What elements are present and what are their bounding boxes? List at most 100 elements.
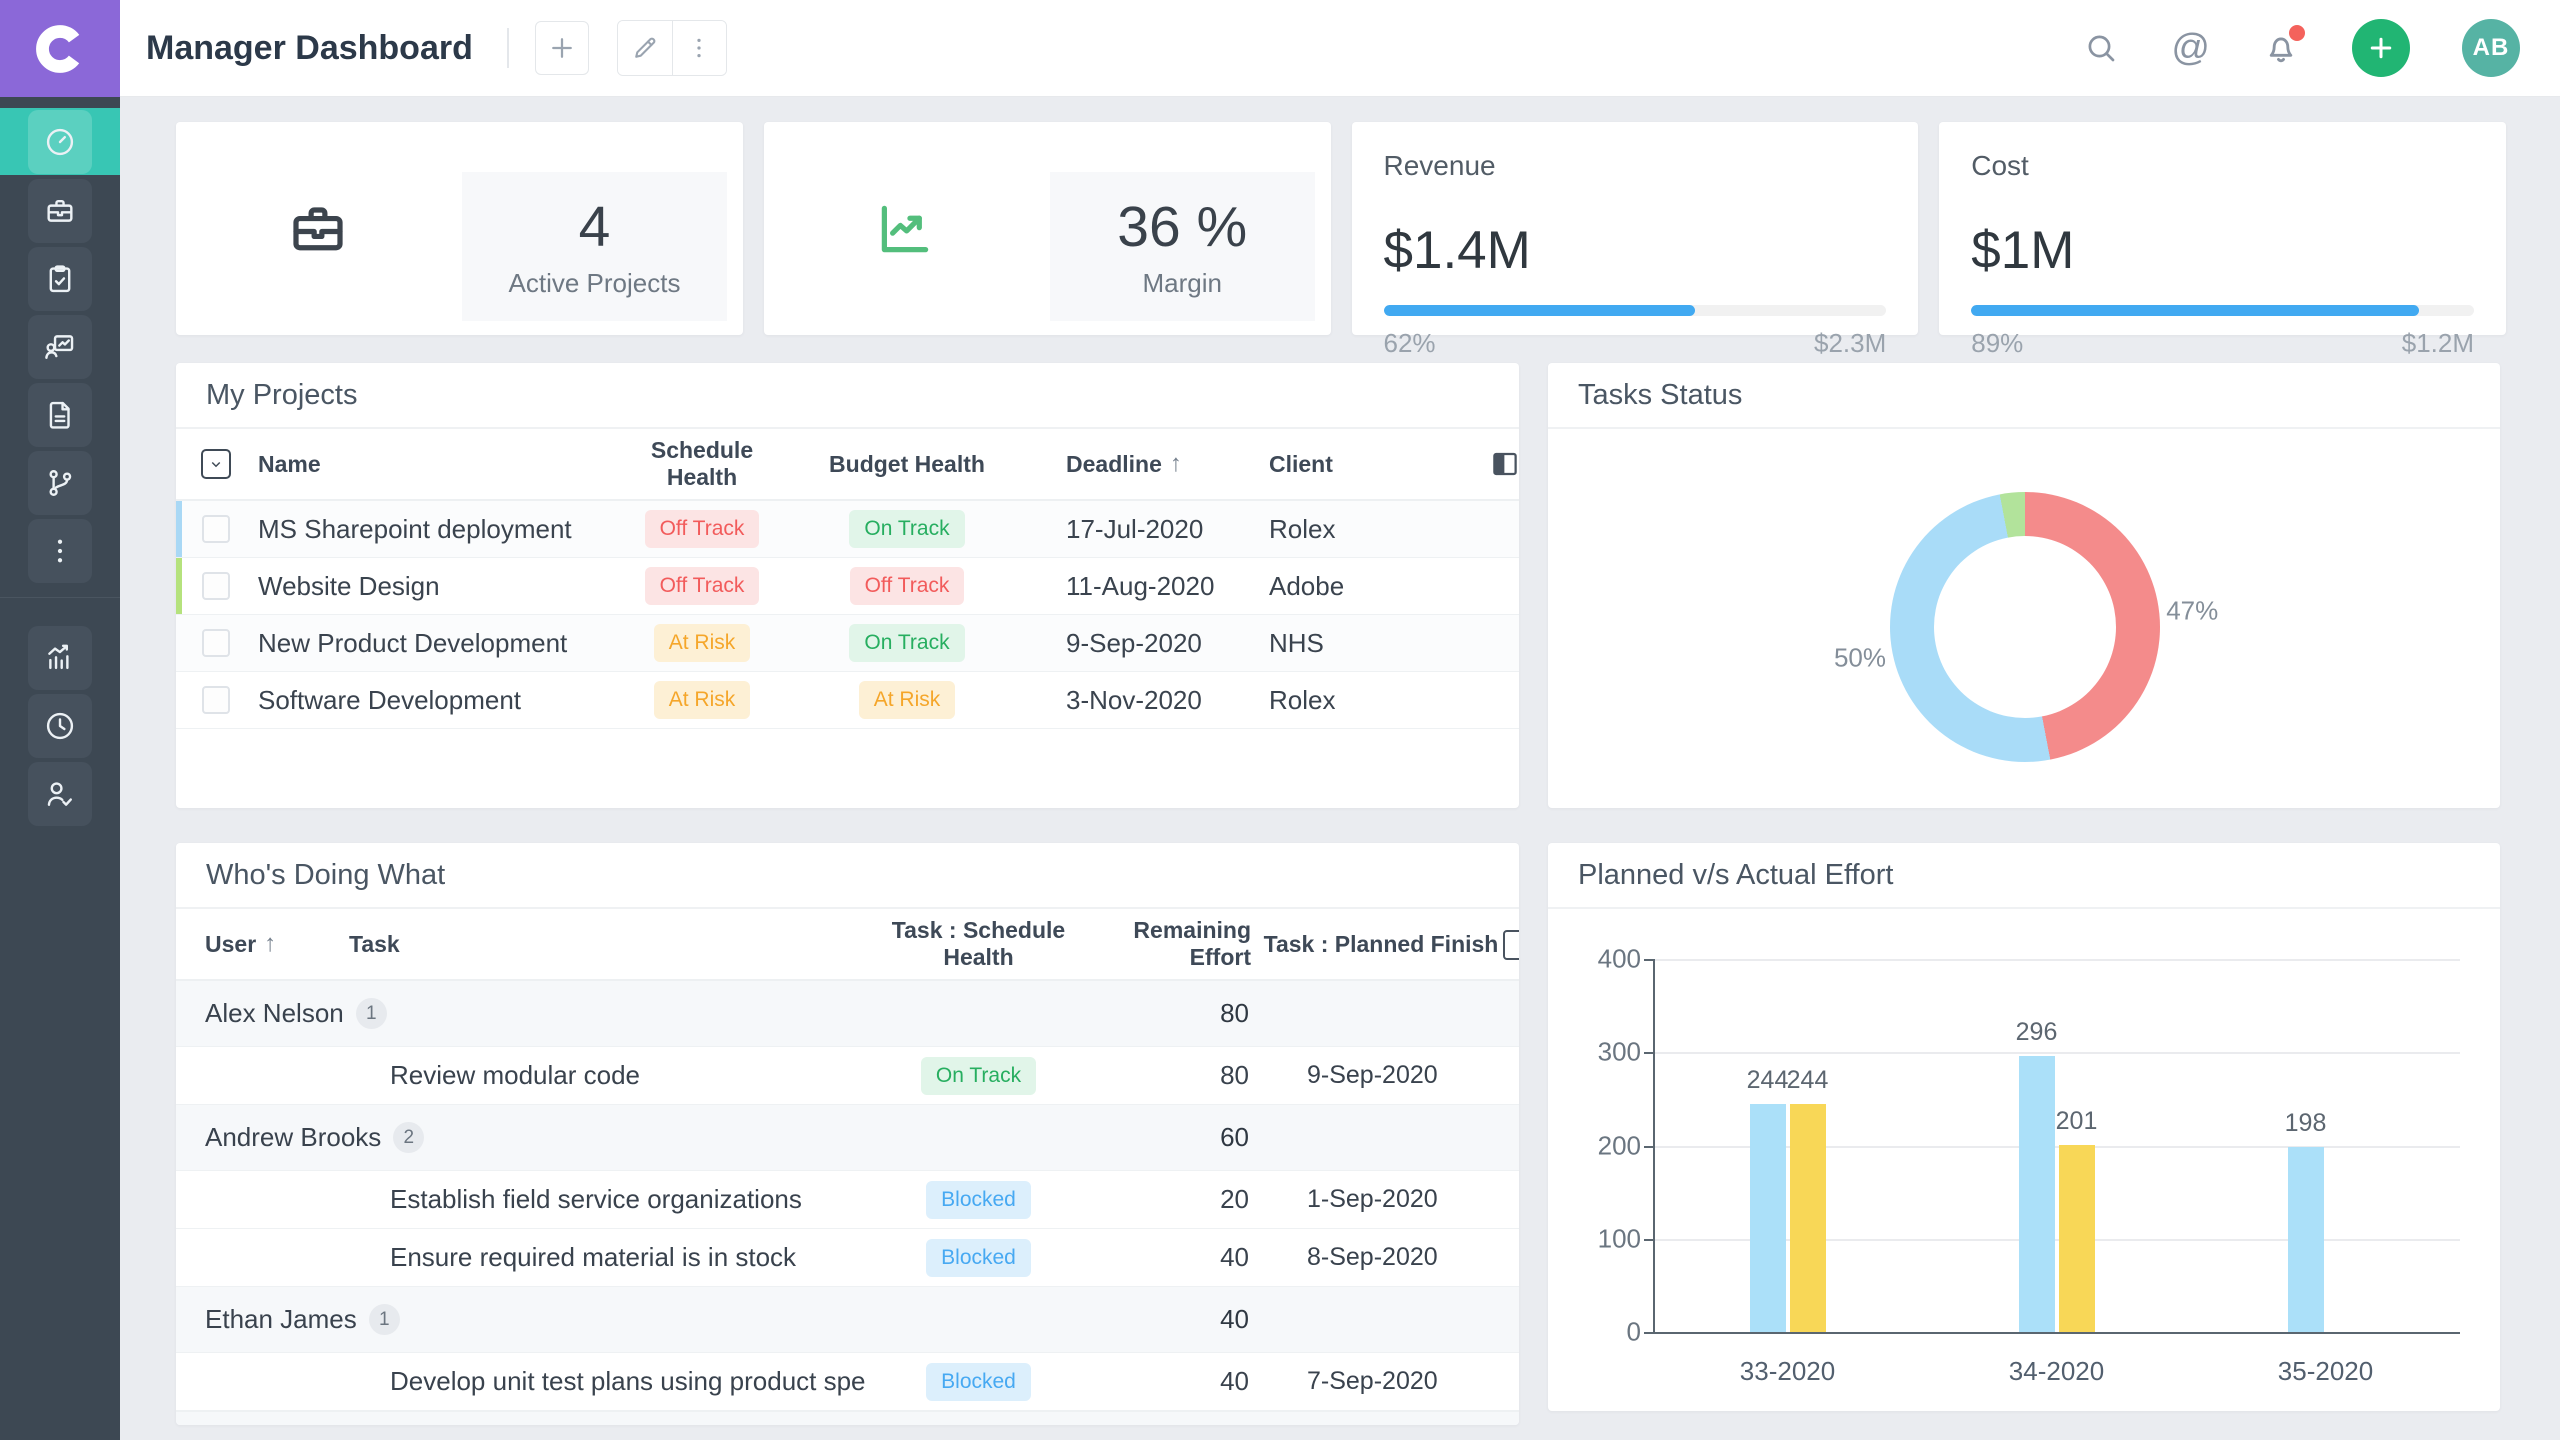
status-pill: At Risk [654,624,751,662]
plus-icon [2366,33,2396,63]
sidebar-item-more[interactable] [28,519,92,583]
kpi-card-cost[interactable]: Cost $1M 89% $1.2M [1939,122,2506,335]
column-header-user[interactable]: User ↑ [205,930,349,958]
notifications-button[interactable] [2262,29,2300,67]
create-new-button[interactable] [2352,19,2410,77]
column-header-task[interactable]: Task [349,931,400,958]
revenue-progress-fill [1384,305,1696,316]
y-axis-label: 400 [1548,944,1641,975]
planned-vs-actual-panel: Planned v/s Actual Effort 01002003004003… [1548,843,2500,1411]
planned-finish-cell: 7-Sep-2020 [1261,1367,1501,1396]
app-logo[interactable] [0,0,120,97]
column-picker-button[interactable] [1490,448,1519,480]
title-divider [507,28,509,68]
topbar-right: @ AB [2031,19,2520,77]
column-header-schedule-health[interactable]: Schedule Health [620,437,784,491]
columns-icon[interactable] [1503,930,1519,960]
my-projects-title: My Projects [176,363,1519,429]
user-group-row[interactable]: Alex Nelson180 [176,981,1519,1047]
column-header-client[interactable]: Client [1254,451,1466,478]
planned-finish-cell: 8-Sep-2020 [1261,1243,1501,1272]
row-checkbox[interactable] [202,572,230,600]
actual-effort-bar [1790,1104,1826,1332]
planned-finish-cell: 1-Sep-2020 [1261,1185,1501,1214]
status-pill: On Track [849,624,964,662]
search-button[interactable] [2083,30,2119,66]
task-row[interactable]: Establish field service organizationsBlo… [176,1171,1519,1229]
axis-tick [1644,1332,1653,1334]
sidebar-item-dashboard[interactable] [0,108,120,175]
table-row[interactable]: MS Sharepoint deploymentOff TrackOn Trac… [176,501,1519,558]
row-checkbox[interactable] [202,686,230,714]
sidebar-item-projects[interactable] [28,179,92,243]
margin-value: 36 % [1117,194,1247,260]
cost-percent: 89% [1971,328,2023,359]
mentions-button[interactable]: @ [2171,29,2210,67]
task-row[interactable]: Ensure required material is in stock Bloc… [176,1229,1519,1287]
task-schedule-health-cell: Blocked [926,1239,1031,1277]
column-header-deadline[interactable]: Deadline ↑ [1030,450,1254,478]
sidebar-item-workflows[interactable] [28,451,92,515]
sidebar-item-approvals[interactable] [28,762,92,826]
status-pill: Blocked [926,1363,1031,1401]
kpi-card-revenue[interactable]: Revenue $1.4M 62% $2.3M [1352,122,1919,335]
deadline-cell: 17-Jul-2020 [1030,514,1254,545]
task-schedule-health-cell: Blocked [926,1181,1031,1219]
bar-value-label: 198 [2246,1109,2366,1138]
grid-line [1653,1052,2460,1054]
kpi-card-margin[interactable]: 36 % Margin [764,122,1331,335]
planned-vs-actual-chart: 010020030040033-202024424434-20202962013… [1548,909,2500,1411]
notification-badge [2289,25,2305,41]
cost-amount: $1M [1971,220,2474,281]
task-row[interactable]: Develop unit test plans using product sp… [176,1353,1519,1411]
schedule-health-cell: Off Track [645,567,760,605]
checkbox-cell [176,572,258,600]
user-group-row[interactable]: Ethan James140 [176,1287,1519,1353]
table-row[interactable]: New Product DevelopmentAt RiskOn Track9-… [176,615,1519,672]
column-header-task-schedule-health[interactable]: Task : Schedule Health [866,917,1091,971]
edit-dashboard-button[interactable] [618,21,672,75]
column-header-remaining-effort[interactable]: Remaining Effort [1091,917,1261,971]
status-pill: At Risk [859,681,956,719]
task-name: Ensure required material is in stock [390,1242,866,1273]
x-axis-label: 34-2020 [1967,1356,2147,1387]
column-header-name[interactable]: Name [258,451,620,478]
row-checkbox[interactable] [202,515,230,543]
table-row[interactable]: Software DevelopmentAt RiskAt Risk3-Nov-… [176,672,1519,729]
user-avatar[interactable]: AB [2462,19,2520,77]
manager-dashboard-page: Manager Dashboard @ [0,0,2560,1440]
sidebar-item-resources[interactable] [28,315,92,379]
table-row[interactable]: Website DesignOff TrackOff Track11-Aug-2… [176,558,1519,615]
briefcase-icon [43,194,77,228]
y-axis-label: 0 [1548,1317,1641,1348]
user-group-row[interactable]: Andrew Brooks260 [176,1105,1519,1171]
status-pill: Off Track [645,567,760,605]
column-header-budget-health[interactable]: Budget Health [829,451,985,478]
checkbox-cell [176,686,258,714]
sidebar-item-time[interactable] [28,694,92,758]
row-checkbox[interactable] [202,629,230,657]
cost-progress-track [1971,305,2474,316]
task-row[interactable]: Review modular codeOn Track809-Sep-2020 [176,1047,1519,1105]
client-cell: Adobe [1254,571,1466,602]
column-header-task-planned-finish[interactable]: Task : Planned Finish [1264,931,1499,958]
margin-label: Margin [1142,268,1221,299]
sidebar-item-documents[interactable] [28,383,92,447]
status-pill: On Track [921,1057,1036,1095]
dashboard-menu-button[interactable] [672,21,726,75]
kpi-card-active-projects[interactable]: 4 Active Projects [176,122,743,335]
whos-doing-what-title: Who's Doing What [176,843,1519,909]
add-widget-button[interactable] [535,21,589,75]
select-all-checkbox[interactable] [201,449,231,479]
status-pill: Off Track [645,510,760,548]
remaining-effort-cell: 60 [1091,1122,1261,1153]
dashboard-actions-group [617,20,727,76]
active-projects-label: Active Projects [509,268,681,299]
tasks-status-panel: Tasks Status 47%50% [1548,363,2500,808]
axis-tick [1644,1052,1653,1054]
analytics-chart-icon [43,641,77,675]
trend-up-chart-icon [764,122,1047,335]
sidebar-item-reports[interactable] [28,626,92,690]
revenue-title: Revenue [1384,150,1887,182]
sidebar-item-tasks[interactable] [28,247,92,311]
